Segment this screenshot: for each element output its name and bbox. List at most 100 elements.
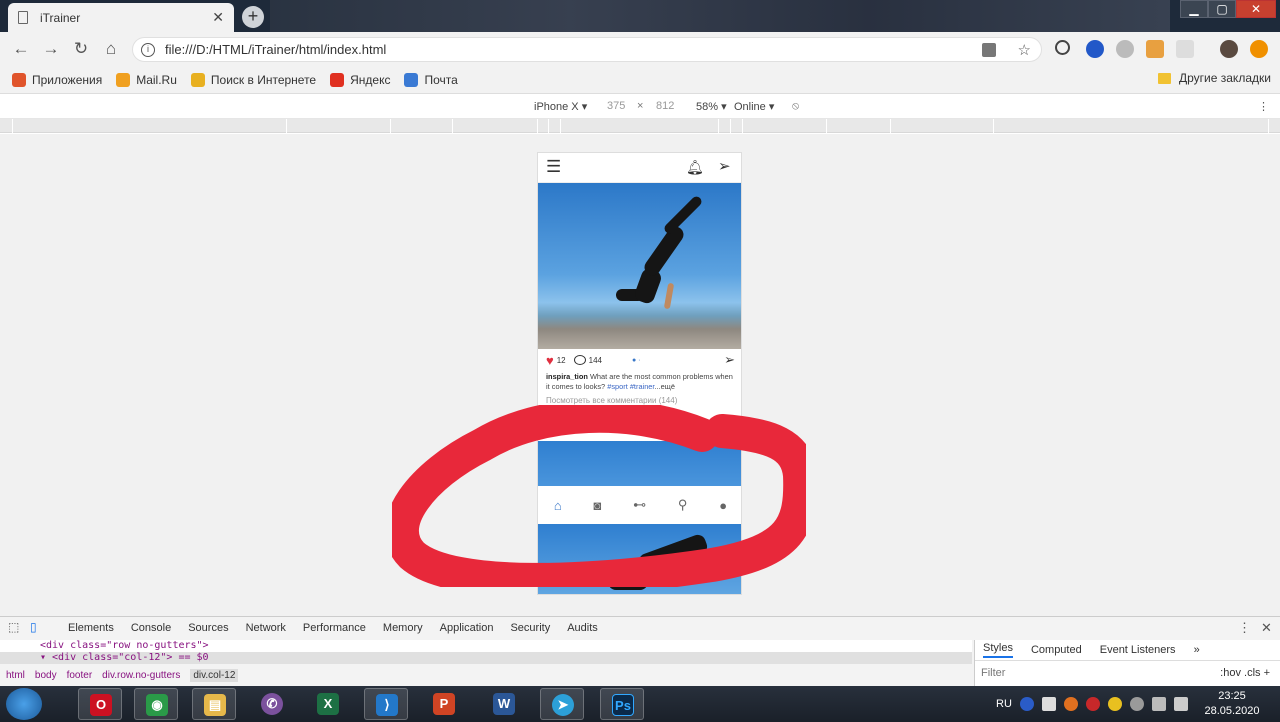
comment-icon[interactable]	[573, 355, 586, 365]
tab-sources[interactable]: Sources	[188, 622, 228, 634]
reload-icon[interactable]: ↻	[66, 39, 96, 59]
mail-icon	[404, 72, 419, 87]
maximize-button[interactable]: ▢	[1208, 0, 1236, 18]
forward-icon[interactable]: →	[36, 39, 66, 59]
menu-icon[interactable]: ☰	[546, 157, 561, 177]
media-query-bars[interactable]	[0, 119, 1280, 133]
device-select[interactable]: iPhone X ▾	[534, 100, 587, 113]
tab-elements[interactable]: Elements	[68, 622, 114, 634]
minimize-button[interactable]: ▁	[1180, 0, 1208, 18]
view-comments-link[interactable]: Посмотреть все комментарии (144)	[546, 396, 677, 405]
crumb[interactable]: body	[35, 670, 57, 681]
crumb[interactable]: html	[6, 670, 25, 681]
app-tray-icon[interactable]	[1085, 697, 1100, 711]
taskbar-vscode[interactable]: ⟩	[364, 688, 408, 720]
url-text[interactable]: file:///D:/HTML/iTrainer/html/index.html	[165, 42, 982, 57]
heart-icon[interactable]: ♥	[546, 353, 554, 368]
crumb[interactable]: footer	[67, 670, 93, 681]
tab-security[interactable]: Security	[510, 622, 550, 634]
box-extension-icon[interactable]	[1146, 40, 1164, 58]
device-toolbar: iPhone X ▾ 375 × 812 58% ▾ Online ▾ ⦸ ⋮	[0, 95, 1280, 119]
home-icon[interactable]: ⌂	[96, 39, 126, 59]
taskbar-viber[interactable]: ✆	[250, 688, 294, 720]
new-tab-button[interactable]: +	[242, 6, 264, 28]
device-width[interactable]: 375	[607, 100, 625, 112]
bookmark-yandex[interactable]: Яндекс	[330, 72, 390, 87]
tab-computed[interactable]: Computed	[1031, 644, 1082, 656]
devtools-menu-icon[interactable]: ⋮	[1238, 620, 1251, 636]
taskbar-opera[interactable]: O	[78, 688, 122, 720]
search-extension-icon[interactable]	[1055, 40, 1070, 55]
styles-sidebar: Styles Computed Event Listeners » Filter…	[974, 640, 1280, 686]
caption-tags[interactable]: #sport #trainer	[607, 382, 654, 391]
volume-icon[interactable]	[1173, 697, 1188, 711]
bell-icon[interactable]: 🔔︎	[686, 159, 704, 176]
usb-icon[interactable]	[1041, 697, 1056, 711]
taskbar-word[interactable]: W	[482, 688, 526, 720]
language-indicator[interactable]: RU	[996, 698, 1012, 710]
bookmark-apps[interactable]: Приложения	[12, 72, 102, 87]
caption-more[interactable]: ...ещё	[654, 382, 674, 391]
tab-audits[interactable]: Audits	[567, 622, 598, 634]
device-height[interactable]: 812	[656, 100, 674, 112]
browser-tab[interactable]: iTrainer ✕	[8, 3, 234, 32]
devtools-close-icon[interactable]: ✕	[1261, 620, 1272, 636]
network-icon[interactable]	[1151, 697, 1166, 711]
taskbar-explorer[interactable]: ▤	[192, 688, 236, 720]
share-icon[interactable]: ➢	[724, 352, 735, 368]
other-bookmarks[interactable]: Другие закладки	[1158, 71, 1271, 85]
update-alert-icon[interactable]	[1250, 40, 1268, 58]
site-info-icon[interactable]: i	[141, 42, 155, 57]
taskbar-clock[interactable]: 23:25 28.05.2020	[1196, 689, 1268, 719]
dom-breadcrumbs: html body footer div.row.no-gutters div.…	[0, 666, 972, 684]
word-icon: W	[493, 693, 515, 715]
tab-styles[interactable]: Styles	[983, 642, 1013, 658]
start-button[interactable]	[6, 688, 42, 720]
more-icon[interactable]: ⋮	[1258, 100, 1269, 113]
flash-extension-icon[interactable]	[1116, 40, 1134, 58]
tab-network[interactable]: Network	[246, 622, 286, 634]
tray-icon[interactable]	[1107, 697, 1122, 711]
title-bar-background	[270, 0, 1170, 32]
filter-tools[interactable]: :hov .cls +	[1220, 667, 1270, 679]
tab-application[interactable]: Application	[440, 622, 494, 634]
close-window-button[interactable]: ✕	[1236, 0, 1276, 18]
address-bar[interactable]: i file:///D:/HTML/iTrainer/html/index.ht…	[132, 37, 1042, 62]
bookmark-search[interactable]: Поиск в Интернете	[190, 72, 317, 87]
tab-close-icon[interactable]: ✕	[212, 9, 224, 26]
taskbar-excel[interactable]: X	[306, 688, 350, 720]
back-icon[interactable]: ←	[6, 39, 36, 59]
page-extension-icon[interactable]	[1176, 40, 1194, 58]
flag-icon[interactable]	[1129, 697, 1144, 711]
code-line-selected[interactable]: ▾ <div class="col-12"> == $0	[0, 652, 972, 664]
tab-performance[interactable]: Performance	[303, 622, 366, 634]
help-icon[interactable]	[1019, 697, 1034, 711]
tab-console[interactable]: Console	[131, 622, 171, 634]
code-line[interactable]: <div class="row no-gutters">	[0, 640, 972, 652]
bookmark-mailru[interactable]: Mail.Ru	[116, 72, 177, 87]
taskbar-telegram[interactable]: ➤	[540, 688, 584, 720]
translate-icon[interactable]	[981, 42, 996, 57]
globe-extension-icon[interactable]	[1086, 40, 1104, 58]
taskbar-powerpoint[interactable]: P	[422, 688, 466, 720]
taskbar-photoshop[interactable]: Ps	[600, 688, 644, 720]
post-actions: ♥ 12 144 ● · ➢	[538, 350, 741, 370]
rotate-icon[interactable]: ⦸	[792, 100, 799, 113]
caption-username[interactable]: inspira_tion	[546, 372, 588, 381]
network-select[interactable]: Online ▾	[734, 100, 774, 113]
send-icon[interactable]: ➢	[718, 157, 731, 175]
bookmark-mail[interactable]: Почта	[404, 72, 458, 87]
tab-memory[interactable]: Memory	[383, 622, 423, 634]
tab-event-listeners[interactable]: Event Listeners	[1100, 644, 1176, 656]
styles-filter-input[interactable]: Filter	[981, 667, 1005, 679]
crumb-current[interactable]: div.col-12	[190, 668, 239, 682]
powerpoint-icon: P	[433, 693, 455, 715]
more-tabs-icon[interactable]: »	[1194, 644, 1200, 656]
bookmark-label: Поиск в Интернете	[210, 72, 317, 87]
taskbar-chrome[interactable]: ◉	[134, 688, 178, 720]
crumb[interactable]: div.row.no-gutters	[102, 670, 180, 681]
zoom-select[interactable]: 58% ▾	[696, 100, 727, 113]
bookmark-star-icon[interactable]: ☆	[1018, 41, 1031, 59]
firefox-icon[interactable]	[1063, 697, 1078, 711]
profile-avatar[interactable]	[1220, 40, 1238, 58]
